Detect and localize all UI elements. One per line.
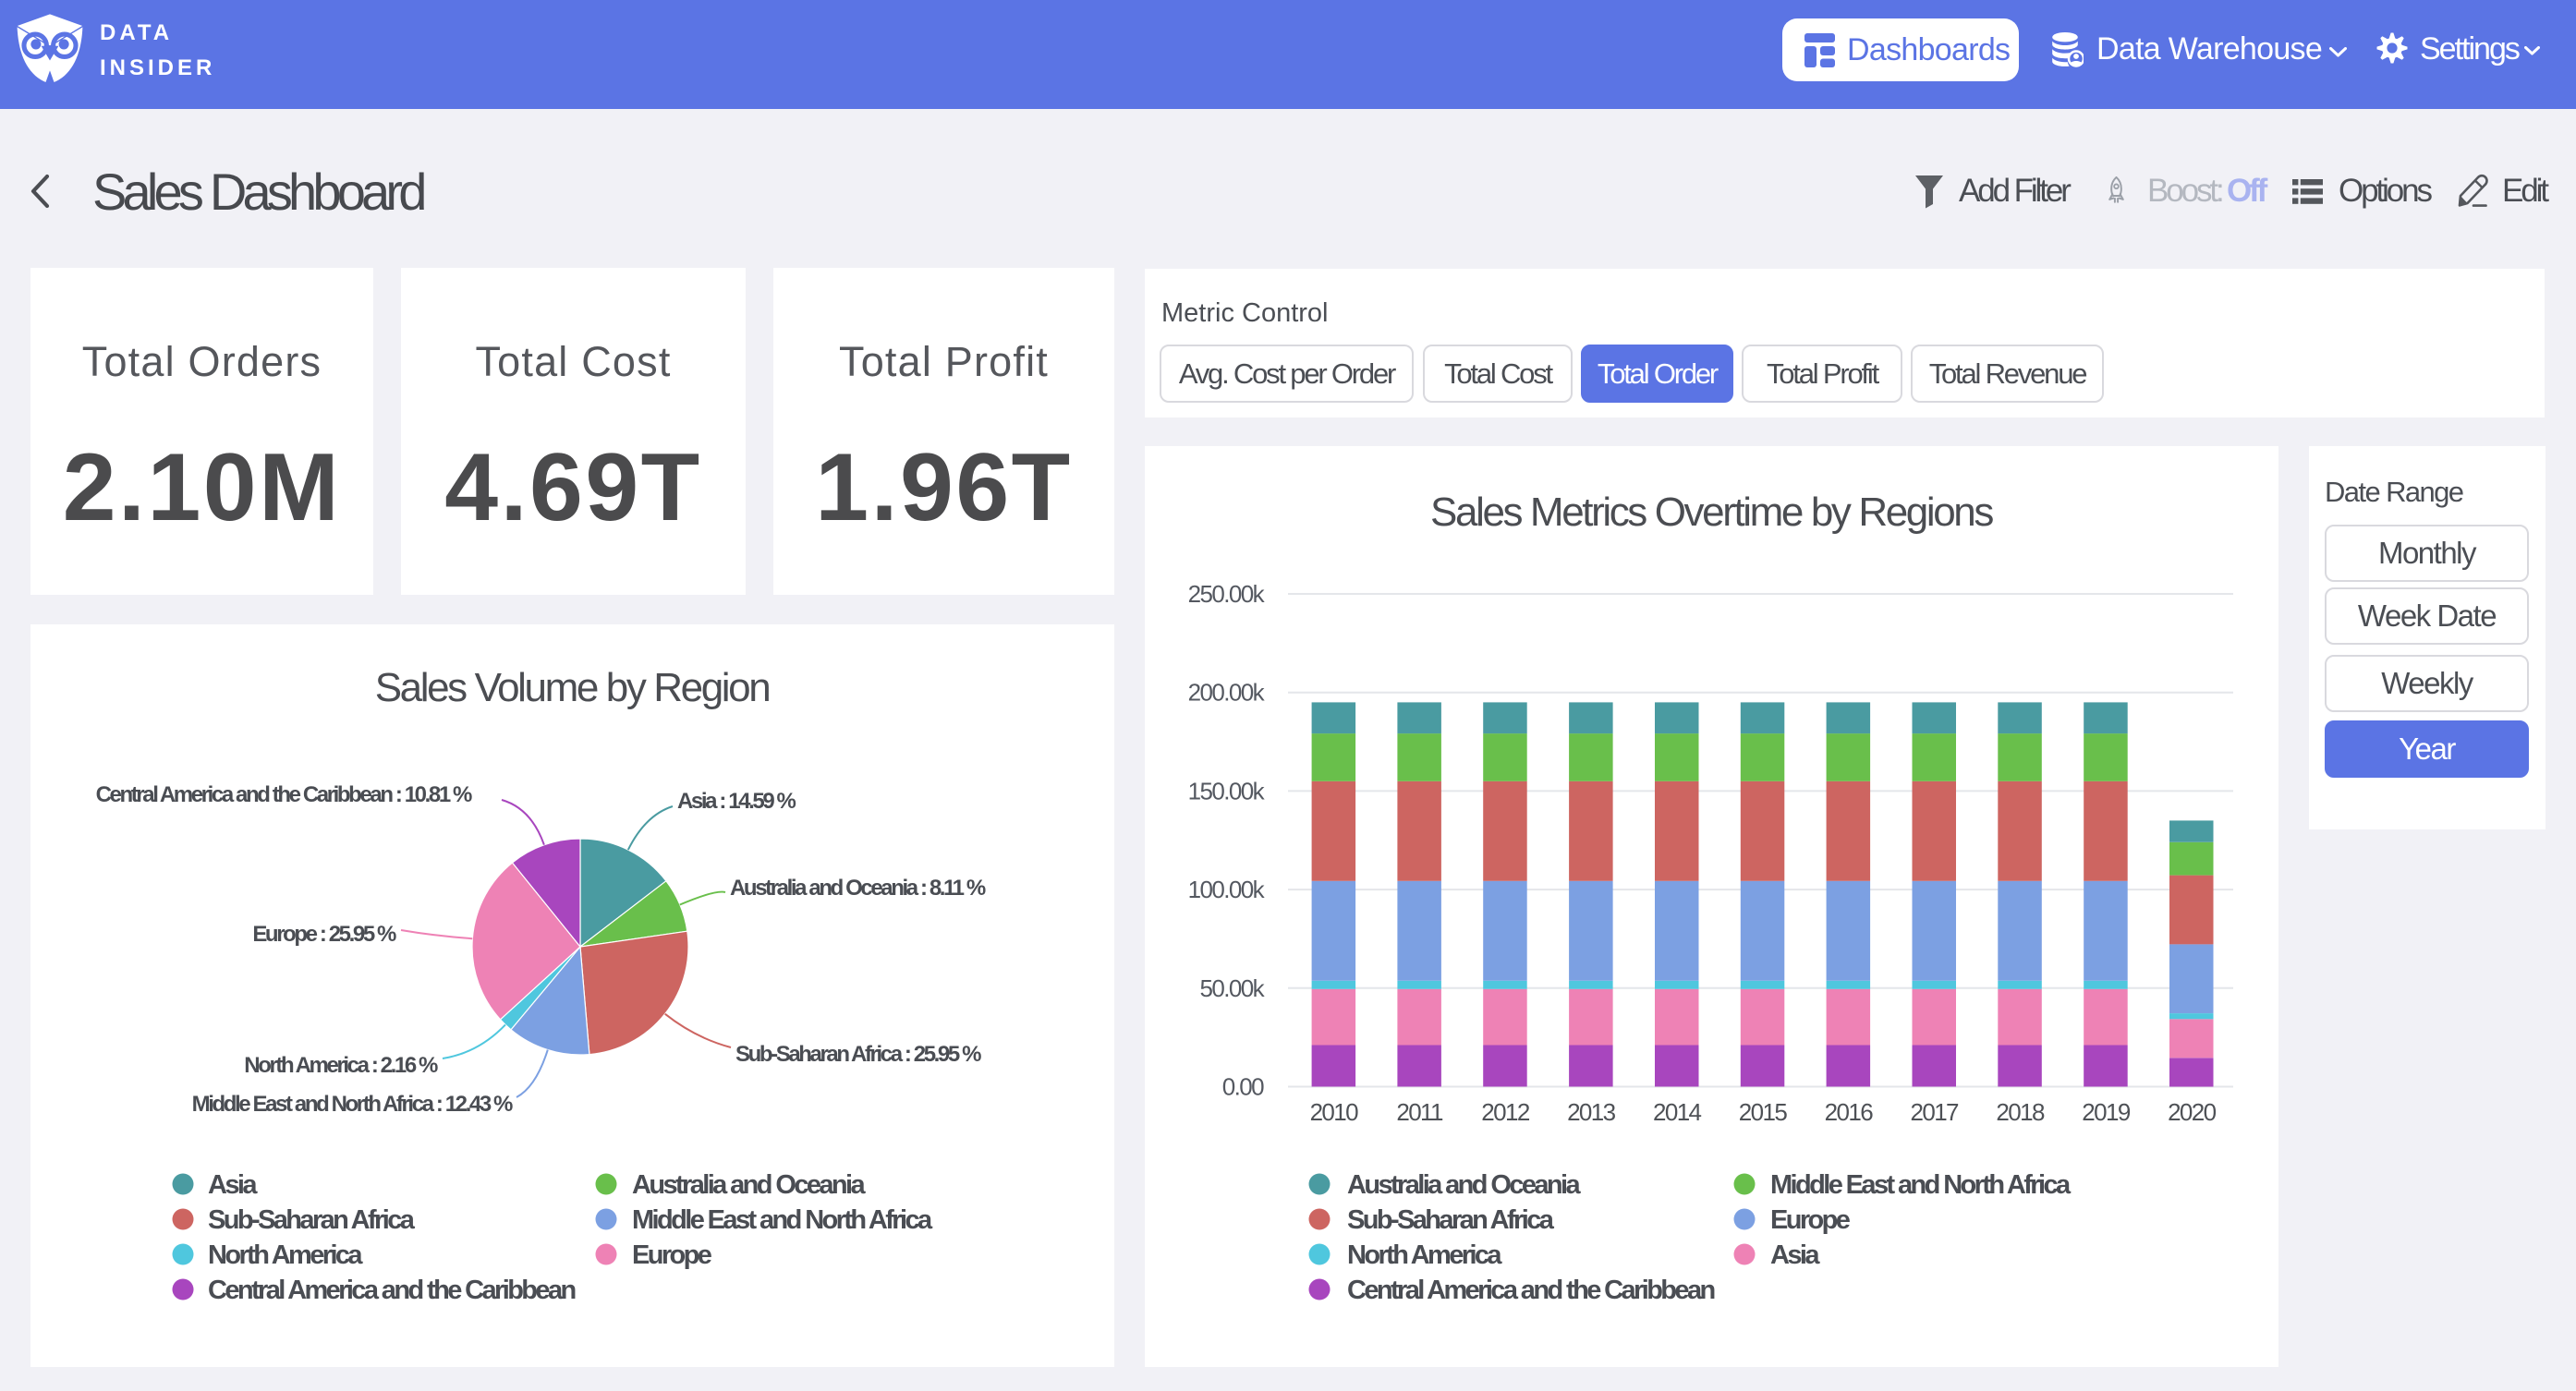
svg-text:Australia and Oceania : 8.11 %: Australia and Oceania : 8.11 % bbox=[730, 876, 986, 901]
svg-text:Australia and Oceania: Australia and Oceania bbox=[632, 1170, 866, 1200]
svg-text:2016: 2016 bbox=[1825, 1098, 1874, 1126]
svg-text:2015: 2015 bbox=[1739, 1098, 1788, 1126]
svg-text:200.00k: 200.00k bbox=[1188, 679, 1266, 707]
svg-text:2020: 2020 bbox=[2168, 1098, 2217, 1126]
svg-text:2013: 2013 bbox=[1567, 1098, 1616, 1126]
svg-text:Central America and the Caribb: Central America and the Caribbean bbox=[1347, 1276, 1714, 1305]
svg-text:Sub-Saharan Africa : 25.95 %: Sub-Saharan Africa : 25.95 % bbox=[735, 1042, 981, 1067]
svg-text:2019: 2019 bbox=[2082, 1098, 2131, 1126]
svg-text:0.00: 0.00 bbox=[1222, 1073, 1264, 1101]
svg-text:Europe: Europe bbox=[632, 1240, 712, 1270]
svg-text:Sales Metrics Overtime by Regi: Sales Metrics Overtime by Regions bbox=[1430, 490, 1993, 535]
svg-text:Asia: Asia bbox=[208, 1170, 258, 1200]
svg-text:Middle East and North Africa: Middle East and North Africa bbox=[1770, 1170, 2072, 1200]
svg-text:Sales Volume by Region: Sales Volume by Region bbox=[375, 665, 770, 710]
svg-text:Sub-Saharan Africa: Sub-Saharan Africa bbox=[1347, 1205, 1555, 1235]
svg-text:Middle East and North Africa: Middle East and North Africa bbox=[632, 1205, 933, 1235]
svg-text:North America: North America bbox=[208, 1240, 363, 1270]
svg-text:250.00k: 250.00k bbox=[1188, 580, 1266, 608]
svg-text:North America: North America bbox=[1347, 1240, 1502, 1270]
svg-text:2012: 2012 bbox=[1481, 1098, 1530, 1126]
svg-text:2010: 2010 bbox=[1310, 1098, 1359, 1126]
svg-text:2011: 2011 bbox=[1396, 1098, 1443, 1126]
svg-text:Australia and Oceania: Australia and Oceania bbox=[1347, 1170, 1581, 1200]
svg-text:100.00k: 100.00k bbox=[1188, 876, 1266, 903]
svg-text:North America : 2.16 %: North America : 2.16 % bbox=[244, 1053, 438, 1078]
svg-text:Central America and the Caribb: Central America and the Caribbean : 10.8… bbox=[96, 782, 472, 807]
svg-text:150.00k: 150.00k bbox=[1188, 777, 1266, 804]
svg-text:50.00k: 50.00k bbox=[1200, 974, 1266, 1002]
svg-text:Sub-Saharan Africa: Sub-Saharan Africa bbox=[208, 1205, 416, 1235]
svg-text:Central America and the Caribb: Central America and the Caribbean bbox=[208, 1276, 575, 1305]
svg-text:2014: 2014 bbox=[1653, 1098, 1702, 1126]
svg-text:Asia: Asia bbox=[1770, 1240, 1820, 1270]
svg-text:Europe : 25.95 %: Europe : 25.95 % bbox=[252, 922, 396, 947]
svg-text:Middle East and North Africa :: Middle East and North Africa : 12.43 % bbox=[192, 1092, 513, 1117]
svg-text:2017: 2017 bbox=[1910, 1098, 1959, 1126]
svg-text:2018: 2018 bbox=[1996, 1098, 2045, 1126]
svg-text:Asia : 14.59 %: Asia : 14.59 % bbox=[677, 789, 796, 814]
svg-text:Europe: Europe bbox=[1770, 1205, 1851, 1235]
